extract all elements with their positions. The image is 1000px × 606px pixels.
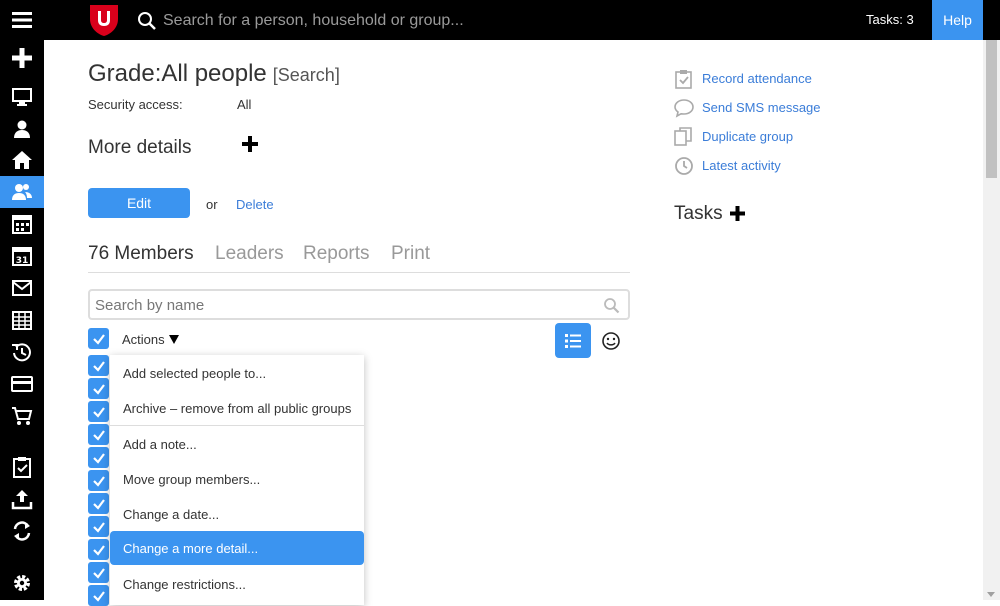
search-icon [137, 11, 157, 31]
plus-icon[interactable] [0, 42, 44, 74]
caret-down-icon[interactable] [169, 335, 179, 344]
actions-menu-toggle[interactable]: Actions [122, 332, 165, 347]
gear-icon[interactable] [0, 567, 44, 599]
actions-dropdown-menu: Add selected people to... Archive – remo… [110, 355, 364, 605]
more-details-heading: More details [88, 137, 192, 158]
history-icon[interactable] [0, 336, 44, 368]
security-access-value: All [237, 97, 252, 112]
security-access-label: Security access: [88, 97, 183, 112]
list-icon [565, 333, 581, 348]
global-search-input[interactable] [163, 9, 683, 33]
date-icon[interactable]: 31 [0, 240, 44, 272]
member-checkbox[interactable] [88, 516, 109, 537]
svg-text:31: 31 [16, 256, 29, 266]
record-attendance-link[interactable]: Record attendance [674, 68, 812, 90]
duplicate-group-link[interactable]: Duplicate group [674, 126, 793, 148]
tab-leaders[interactable]: Leaders [215, 243, 284, 265]
menu-item-add-note[interactable]: Add a note... [110, 427, 364, 461]
duplicate-group-label[interactable]: Duplicate group [702, 129, 793, 144]
select-all-checkbox[interactable] [88, 328, 109, 349]
member-checkbox[interactable] [88, 493, 109, 514]
sidebar: 31 [0, 40, 44, 600]
duplicate-icon [674, 127, 692, 146]
person-icon[interactable] [0, 113, 44, 145]
tab-members[interactable]: 76 Members [88, 243, 194, 265]
group-title: Grade:All people [88, 60, 267, 87]
top-bar: Tasks: 3 Help [0, 0, 1000, 40]
calendar-icon[interactable] [0, 208, 44, 240]
member-checkbox[interactable] [88, 424, 109, 445]
menu-item-change-more-detail[interactable]: Change a more detail... [110, 531, 364, 565]
delete-link[interactable]: Delete [236, 197, 274, 212]
grid-icon[interactable] [0, 304, 44, 336]
latest-activity-link[interactable]: Latest activity [674, 155, 781, 177]
member-checkbox[interactable] [88, 585, 109, 606]
menu-item-move-members[interactable]: Move group members... [110, 462, 364, 496]
speech-bubble-icon [674, 99, 694, 118]
hamburger-menu-icon[interactable] [0, 0, 44, 40]
menu-item-change-date[interactable]: Change a date... [110, 497, 364, 531]
member-search-input[interactable] [95, 296, 595, 314]
edit-button[interactable]: Edit [88, 188, 190, 218]
monitor-icon[interactable] [0, 81, 44, 113]
member-checkbox[interactable] [88, 562, 109, 583]
clipboard-icon[interactable] [0, 451, 44, 483]
logo-icon[interactable] [86, 3, 122, 37]
people-icon[interactable] [0, 176, 44, 208]
tasks-count[interactable]: Tasks: 3 [866, 12, 914, 27]
sync-icon[interactable] [0, 515, 44, 547]
member-checkbox[interactable] [88, 470, 109, 491]
scroll-down-arrow-icon[interactable] [987, 592, 995, 597]
page-title: Grade:All people [Search] [88, 60, 340, 88]
clipboard-check-icon [675, 70, 692, 89]
page-scrollbar[interactable] [983, 40, 1000, 600]
menu-item-change-restrictions[interactable]: Change restrictions... [110, 567, 364, 601]
send-sms-link[interactable]: Send SMS message [674, 97, 821, 119]
mail-icon[interactable] [0, 272, 44, 304]
member-checkbox[interactable] [88, 447, 109, 468]
clock-icon [675, 157, 693, 175]
menu-item-archive[interactable]: Archive – remove from all public groups [110, 391, 364, 425]
latest-activity-label[interactable]: Latest activity [702, 158, 781, 173]
cart-icon[interactable] [0, 400, 44, 432]
list-view-button[interactable] [555, 323, 591, 358]
scrollbar-thumb[interactable] [986, 40, 997, 178]
menu-item-add-selected[interactable]: Add selected people to... [110, 356, 364, 390]
tab-reports[interactable]: Reports [303, 243, 370, 265]
upload-icon[interactable] [0, 483, 44, 515]
card-icon[interactable] [0, 368, 44, 400]
member-checkbox[interactable] [88, 539, 109, 560]
help-button[interactable]: Help [932, 0, 983, 40]
member-checkbox[interactable] [88, 401, 109, 422]
add-task-plus-icon[interactable] [729, 205, 746, 222]
member-checkbox[interactable] [88, 355, 109, 376]
tasks-heading: Tasks [674, 203, 723, 224]
tab-bar: 76 Members Leaders Reports Print [88, 243, 630, 273]
record-attendance-label[interactable]: Record attendance [702, 71, 812, 86]
add-detail-plus-icon[interactable] [241, 135, 259, 153]
tab-print[interactable]: Print [391, 243, 430, 265]
search-link[interactable]: [Search] [273, 65, 340, 85]
member-checkbox[interactable] [88, 378, 109, 399]
home-icon[interactable] [0, 144, 44, 176]
search-icon[interactable] [603, 297, 620, 314]
smiley-icon[interactable] [601, 331, 621, 351]
or-text: or [206, 197, 218, 212]
menu-divider [110, 425, 364, 426]
member-search-box [88, 289, 630, 320]
send-sms-label[interactable]: Send SMS message [702, 100, 821, 115]
